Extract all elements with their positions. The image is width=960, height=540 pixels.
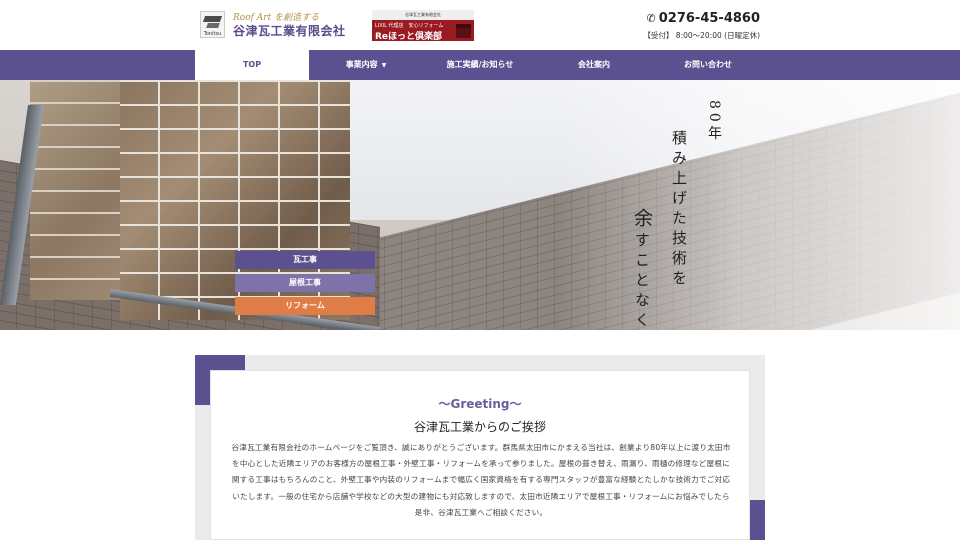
catch-line-2: 積み上げた技術を — [670, 130, 688, 290]
contact-info: ✆ 0276-45-4860 【受付】 8:00～20:00 (日曜定休) — [630, 11, 760, 41]
greeting-body: 谷津瓦工業有限会社のホームページをご覧頂き、誠にありがとうございます。群馬県太田… — [231, 443, 731, 517]
business-hours: 【受付】 8:00～20:00 (日曜定休) — [643, 31, 760, 40]
banner-title: Reほっと倶楽部 — [375, 32, 443, 42]
hero-fade-overlay — [560, 80, 960, 330]
house-icon — [456, 24, 471, 38]
roof-work-button[interactable]: 屋根工事 — [235, 274, 375, 292]
main-nav: TOP 事業内容 ▼ 施工実績/お知らせ 会社案内 お問い合わせ — [0, 50, 960, 80]
logo-company-name: 谷津瓦工業有限会社 — [233, 24, 346, 38]
site-header: Tonitsu Roof Art を創造する 谷津瓦工業有限会社 谷津瓦工業有限… — [0, 0, 960, 50]
nav-label: お問い合わせ — [684, 60, 732, 69]
hero-banner: 80年 積み上げた技術を 余すことなく 瓦工事 屋根工事 リフォーム — [0, 80, 960, 330]
lixil-reform-banner[interactable]: 谷津瓦工業有限会社 LIXIL 代理店 安心リフォーム Reほっと倶楽部 — [372, 10, 474, 42]
logo-mark-text: Tonitsu — [203, 31, 222, 37]
greeting-heading-en: ～Greeting～ — [438, 397, 522, 411]
nav-label: TOP — [242, 60, 262, 69]
catch-line-1: 80年 — [706, 100, 722, 144]
nav-label: 施工実績/お知らせ — [446, 60, 514, 69]
nav-item-works-news[interactable]: 施工実績/お知らせ — [423, 50, 537, 80]
nav-item-contact[interactable]: お問い合わせ — [651, 50, 765, 80]
phone-text: 0276-45-4860 — [658, 11, 760, 26]
hero-chimney-side — [30, 80, 125, 300]
greeting-title: 谷津瓦工業からのご挨拶 — [413, 420, 546, 434]
catch-line-3: 余すことなく — [631, 208, 656, 330]
banner-company: 谷津瓦工業有限会社 — [372, 10, 474, 20]
phone-number[interactable]: ✆ 0276-45-4860 — [630, 11, 760, 26]
reform-button[interactable]: リフォーム — [235, 297, 375, 315]
nav-label: 事業内容 — [345, 60, 378, 69]
nav-item-top[interactable]: TOP — [195, 50, 309, 80]
caret-down-icon: ▼ — [381, 62, 387, 69]
catch-line-3-big: 余 — [631, 208, 653, 232]
greeting-card: ～Greeting～ 谷津瓦工業からのご挨拶 谷津瓦工業有限会社のホームページを… — [210, 370, 750, 540]
nav-item-company[interactable]: 会社案内 — [537, 50, 651, 80]
banner-subtitle: LIXIL 代理店 安心リフォーム — [375, 23, 444, 29]
catch-line-3-rest: すことなく — [633, 232, 651, 330]
logo-mark-icon: Tonitsu — [200, 11, 225, 38]
phone-icon: ✆ — [646, 12, 656, 25]
nav-item-services[interactable]: 事業内容 ▼ — [309, 50, 423, 80]
nav-label: 会社案内 — [578, 60, 610, 69]
tile-work-button[interactable]: 瓦工事 — [235, 251, 375, 269]
hero-catchphrase: 80年 積み上げた技術を 余すことなく — [630, 100, 730, 330]
company-logo[interactable]: Tonitsu Roof Art を創造する 谷津瓦工業有限会社 — [200, 10, 350, 40]
greeting-section: ～Greeting～ 谷津瓦工業からのご挨拶 谷津瓦工業有限会社のホームページを… — [195, 355, 765, 540]
